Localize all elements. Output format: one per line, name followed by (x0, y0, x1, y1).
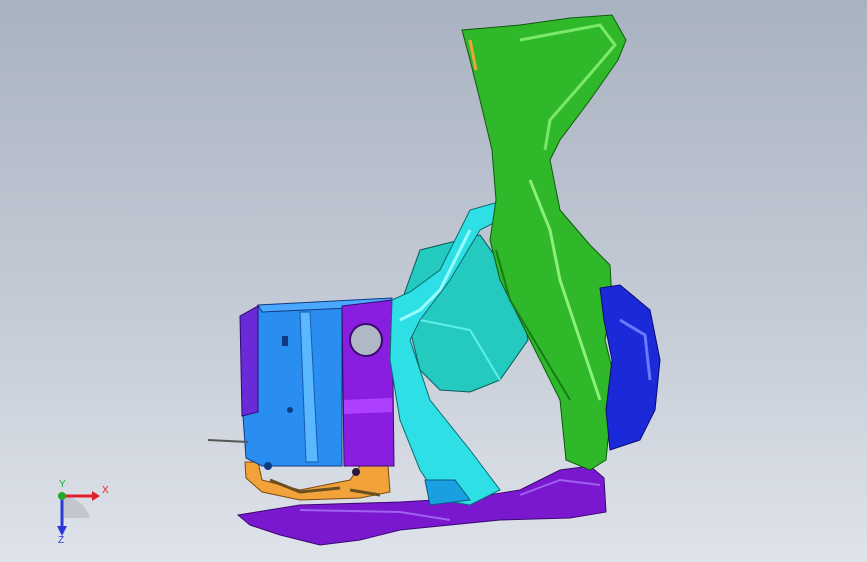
x-arrowhead-icon (92, 491, 100, 501)
3d-viewport[interactable]: X Y Z (0, 0, 867, 562)
purple-floor-part[interactable] (236, 465, 607, 546)
z-axis-label: Z (58, 535, 65, 546)
axis-triad: X Y Z (40, 478, 120, 548)
green-pillar-part[interactable] (461, 14, 627, 471)
cad-model[interactable] (0, 0, 867, 562)
y-axis-dot (58, 492, 66, 500)
y-axis-label: Y (59, 479, 66, 490)
x-axis-label: X (102, 485, 109, 496)
purple-panel-part[interactable] (341, 299, 395, 476)
